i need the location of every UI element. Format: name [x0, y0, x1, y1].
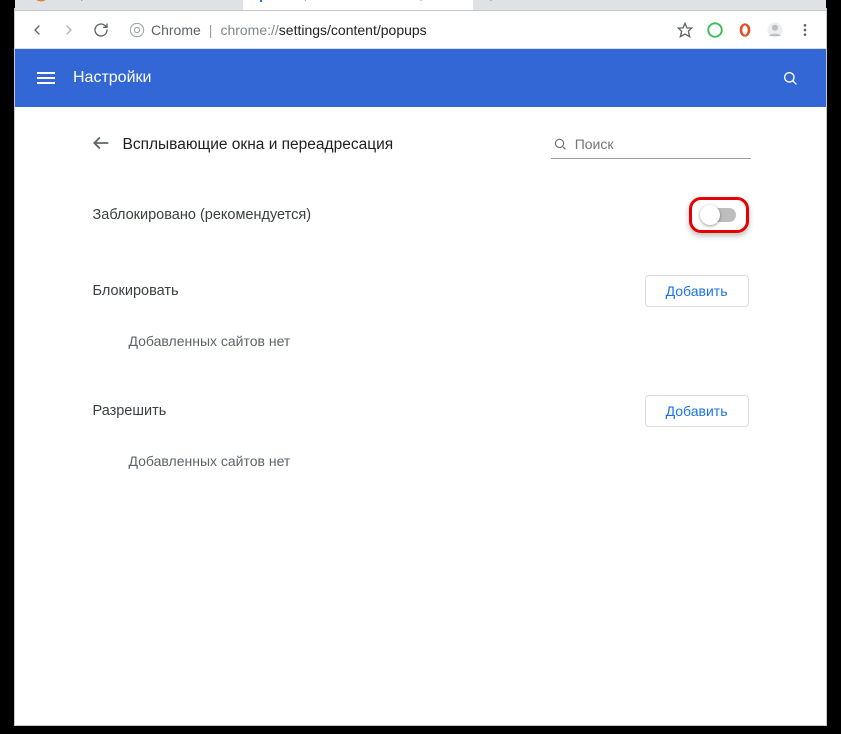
settings-page: Всплывающие окна и переадресация Заблоки… — [15, 107, 826, 725]
block-add-button[interactable]: Добавить — [645, 275, 749, 307]
blocked-toggle[interactable] — [702, 208, 736, 222]
secure-label: Chrome — [151, 22, 201, 38]
page-search-input[interactable] — [575, 136, 749, 152]
content-area: Настройки Всплывающие окна и переадресац… — [15, 49, 826, 725]
settings-panel: Всплывающие окна и переадресация Заблоки… — [91, 121, 751, 725]
block-empty-text: Добавленных сайтов нет — [91, 317, 751, 373]
nav-back-button[interactable] — [23, 16, 51, 44]
tab-title: Настройки – Всплывающие окн — [276, 0, 442, 1]
browser-window: Lumpics.ru ✕ Настройки – Всплывающие окн… — [14, 8, 827, 726]
allow-empty-text: Добавленных сайтов нет — [91, 437, 751, 493]
hamburger-icon[interactable] — [37, 72, 55, 84]
tab-settings[interactable]: Настройки – Всплывающие окн ✕ — [243, 0, 473, 10]
bookmark-star-icon[interactable] — [672, 17, 698, 43]
window-controls — [688, 0, 826, 5]
settings-title: Настройки — [73, 69, 151, 87]
extension-opera-icon[interactable] — [732, 17, 758, 43]
extension-green-icon[interactable] — [702, 17, 728, 43]
page-title: Всплывающие окна и переадресация — [123, 136, 394, 154]
secure-chip: Chrome — [129, 22, 201, 38]
close-window-button[interactable] — [780, 0, 826, 5]
blocked-label: Заблокировано (рекомендуется) — [93, 207, 312, 223]
profile-avatar-icon[interactable] — [762, 17, 788, 43]
toggle-highlight — [689, 197, 749, 233]
menu-kebab-icon[interactable] — [792, 17, 818, 43]
header-search-icon[interactable] — [776, 64, 804, 92]
block-section-header: Блокировать Добавить — [91, 253, 751, 317]
blocked-toggle-row: Заблокировано (рекомендуется) — [91, 169, 751, 253]
omnibox-url: chrome://settings/content/popups — [220, 22, 426, 38]
toggle-knob — [700, 205, 720, 225]
nav-forward-button[interactable] — [55, 16, 83, 44]
address-bar: Chrome | chrome://settings/content/popup… — [15, 11, 826, 49]
panel-back-button[interactable] — [91, 133, 111, 158]
allow-section-header: Разрешить Добавить — [91, 373, 751, 437]
tab-lumpics[interactable]: Lumpics.ru ✕ — [23, 0, 243, 10]
settings-header: Настройки — [15, 49, 826, 107]
tab-strip: Lumpics.ru ✕ Настройки – Всплывающие окн… — [15, 0, 826, 11]
close-tab-icon[interactable]: ✕ — [449, 0, 463, 1]
minimize-button[interactable] — [688, 0, 734, 5]
allow-section-label: Разрешить — [93, 403, 167, 419]
allow-add-button[interactable]: Добавить — [645, 395, 749, 427]
favicon-settings — [253, 0, 269, 2]
block-section-label: Блокировать — [93, 283, 179, 299]
maximize-button[interactable] — [734, 0, 780, 5]
page-search-box[interactable] — [551, 132, 751, 159]
close-tab-icon[interactable]: ✕ — [219, 0, 233, 1]
omnibox[interactable]: Chrome | chrome://settings/content/popup… — [119, 16, 668, 44]
favicon-lumpics — [33, 0, 49, 2]
panel-header: Всплывающие окна и переадресация — [91, 121, 751, 169]
tab-title: Lumpics.ru — [56, 0, 212, 1]
omnibox-separator: | — [209, 22, 213, 38]
new-tab-button[interactable]: + — [477, 0, 505, 10]
nav-reload-button[interactable] — [87, 16, 115, 44]
